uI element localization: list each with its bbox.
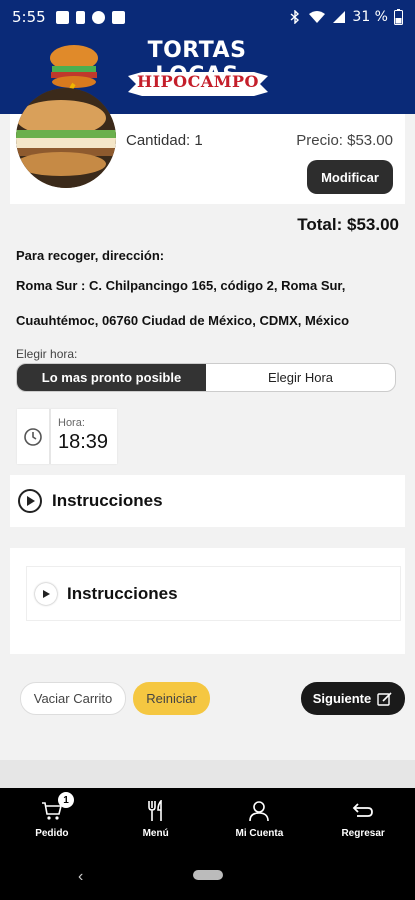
signal-icon — [333, 11, 346, 23]
cart-count-badge: 1 — [58, 792, 74, 808]
nav-pedido-label: Pedido — [35, 827, 69, 839]
mail-icon — [111, 10, 125, 24]
return-icon — [352, 802, 374, 817]
cart-total: Total: $53.00 — [297, 215, 399, 234]
clock-icon — [24, 428, 42, 446]
choose-time-option[interactable]: Elegir Hora — [206, 364, 395, 391]
modify-button[interactable]: Modificar — [307, 160, 393, 194]
nav-menu[interactable]: Menú — [104, 788, 208, 850]
system-home-pill[interactable] — [193, 870, 223, 880]
clear-cart-button[interactable]: Vaciar Carrito — [20, 682, 126, 715]
time-label: Hora: — [58, 417, 85, 429]
product-image — [16, 88, 116, 188]
instructions-toggle[interactable]: Instrucciones — [10, 475, 405, 527]
system-back-icon[interactable]: ‹ — [78, 868, 83, 886]
app-icon — [91, 10, 105, 24]
instructions-inner-label: Instrucciones — [67, 583, 178, 603]
instructions-panel: Instrucciones — [10, 548, 405, 654]
next-button[interactable]: Siguiente — [301, 682, 405, 715]
choose-time-label: Elegir hora: — [16, 347, 78, 361]
reset-button[interactable]: Reiniciar — [133, 682, 210, 715]
nav-pedido[interactable]: 1 Pedido — [0, 788, 104, 850]
bluetooth-icon — [290, 10, 300, 24]
instructions-label: Instrucciones — [52, 491, 163, 510]
nav-back-label: Regresar — [341, 827, 385, 839]
bottom-nav: 1 Pedido Menú Mi Cuenta Regresar — [0, 788, 415, 850]
user-icon — [249, 800, 270, 821]
nav-account-label: Mi Cuenta — [235, 827, 284, 839]
instructions-inner-toggle[interactable]: Instrucciones — [26, 566, 401, 621]
pickup-address: Roma Sur : C. Chilpancingo 165, código 2… — [16, 278, 350, 328]
item-price: Precio: $53.00 — [296, 132, 393, 149]
status-time: 5:55 — [12, 8, 46, 26]
notification-icon — [75, 10, 85, 24]
time-option-toggle: Lo mas pronto posible Elegir Hora — [16, 363, 396, 392]
asap-option[interactable]: Lo mas pronto posible — [17, 364, 206, 391]
time-value: 18:39 — [58, 431, 109, 453]
cutlery-icon — [147, 799, 162, 821]
play-icon — [18, 489, 42, 513]
battery-icon — [394, 9, 403, 25]
play-icon — [35, 582, 57, 605]
system-nav-bar: ‹ — [0, 850, 415, 900]
brand-subtitle: HIPOCAMPO — [137, 72, 259, 91]
time-picker[interactable]: Hora: 18:39 — [17, 409, 117, 464]
status-bar: 5:55 31 % — [0, 0, 415, 34]
gallery-icon — [55, 10, 69, 24]
wifi-icon — [309, 11, 326, 23]
content-footer-band — [0, 760, 415, 788]
edit-icon — [377, 691, 392, 706]
next-label: Siguiente — [312, 691, 372, 706]
nav-menu-label: Menú — [142, 827, 169, 839]
nav-back[interactable]: Regresar — [311, 788, 415, 850]
battery-percent: 31 % — [352, 9, 388, 25]
system-icons: 31 % — [288, 9, 403, 25]
time-divider — [49, 409, 51, 464]
nav-account[interactable]: Mi Cuenta — [208, 788, 312, 850]
item-quantity: Cantidad: 1 — [126, 132, 203, 149]
notification-icons — [55, 10, 125, 24]
cart-item-card: Cantidad: 1 Precio: $53.00 Modificar — [10, 88, 405, 204]
pickup-label: Para recoger, dirección: — [16, 248, 165, 263]
